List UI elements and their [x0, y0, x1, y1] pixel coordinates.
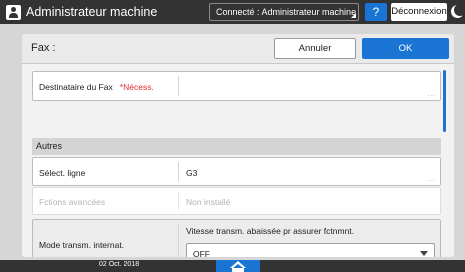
ellipsis-icon: ... [427, 176, 436, 183]
help-button[interactable]: ? [365, 3, 387, 21]
corner-indicator-icon [351, 13, 356, 18]
line-select-value: G3 [186, 168, 198, 178]
user-icon [6, 5, 21, 20]
home-button[interactable] [216, 260, 260, 272]
row-divider [178, 192, 179, 210]
intl-transmission-mode-label: Mode transm. internat. [39, 240, 125, 250]
system-date: 02 Oct. 2018 [99, 261, 140, 268]
dialog-title: Fax : [31, 42, 56, 54]
fax-settings-dialog: Fax : Annuler OK Destinataire du Fax *Né… [22, 34, 454, 257]
dialog-header: Fax : Annuler OK [22, 34, 454, 64]
advanced-functions-label: Fctions avancées [39, 197, 106, 207]
scrollbar[interactable] [443, 70, 446, 132]
advanced-functions-value: Non installé [186, 197, 231, 207]
logout-button[interactable]: Déconnexion [391, 3, 447, 21]
ellipsis-icon: ... [427, 91, 436, 98]
intl-transmission-selected: OFF [193, 249, 210, 257]
bottom-bar: 02 Oct. 2018 [0, 260, 465, 272]
fax-destination-row[interactable]: Destinataire du Fax *Nécess. ... [32, 71, 441, 101]
dropdown-arrow-icon [420, 251, 428, 256]
fax-destination-label: Destinataire du Fax *Nécess. [39, 82, 154, 92]
connection-status-label: Connecté : Administrateur machine [216, 7, 357, 17]
row-divider [178, 224, 179, 257]
cancel-button[interactable]: Annuler [274, 38, 356, 59]
user-role-title: Administrateur machine [26, 5, 158, 19]
row-divider [178, 162, 179, 181]
advanced-functions-row: Fctions avancées Non installé [32, 187, 441, 215]
energy-saver-icon[interactable] [451, 4, 465, 19]
intl-transmission-caption: Vitesse transm. abaissée pr assurer fctn… [186, 226, 355, 236]
section-header-autres: Autres [32, 138, 441, 155]
connection-status[interactable]: Connecté : Administrateur machine [209, 3, 359, 21]
settings-list: Destinataire du Fax *Nécess. ... Autres … [22, 64, 454, 257]
row-divider [178, 76, 179, 96]
line-select-label: Sélect. ligne [39, 168, 86, 178]
ok-button[interactable]: OK [362, 38, 449, 59]
line-select-row[interactable]: Sélect. ligne G3 ... [32, 157, 441, 186]
required-marker: *Nécess. [119, 82, 154, 92]
intl-transmission-select[interactable]: OFF [186, 243, 435, 257]
top-bar: Administrateur machine Connecté : Admini… [0, 0, 465, 24]
intl-transmission-mode-row: Mode transm. internat. Vitesse transm. a… [32, 219, 441, 257]
